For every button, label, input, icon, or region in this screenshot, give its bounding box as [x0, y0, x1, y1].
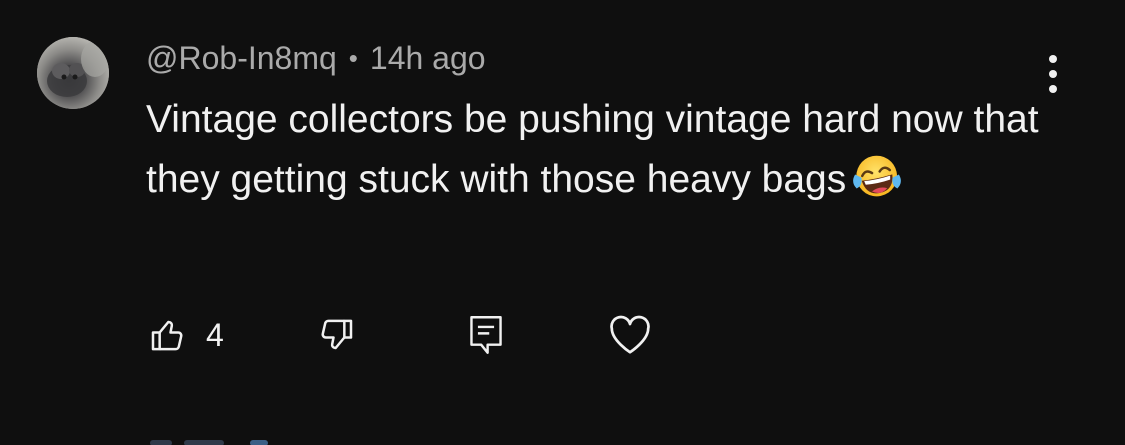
thumbs-down-icon [321, 319, 353, 350]
next-comment-peek [150, 436, 280, 445]
peek-fragment [150, 440, 172, 445]
heart-icon [610, 315, 650, 354]
comment-timestamp[interactable]: 14h ago [370, 40, 486, 77]
avatar[interactable] [37, 37, 109, 109]
author-name[interactable]: @Rob-In8mq [146, 40, 337, 77]
dislike-button[interactable] [316, 313, 356, 357]
like-count: 4 [206, 316, 224, 353]
meta-separator: • [348, 42, 358, 73]
thumbs-up-icon [151, 320, 183, 351]
like-button[interactable]: 4 [148, 313, 224, 357]
more-vertical-icon-dot [1049, 70, 1057, 78]
comment-header: @Rob-In8mq • 14h ago [146, 38, 486, 78]
face-with-tears-of-joy-icon [853, 155, 902, 197]
avatar-image [37, 37, 109, 109]
reply-comment-icon [470, 316, 502, 354]
heart-button[interactable] [608, 313, 652, 357]
more-vertical-icon-dot [1049, 85, 1057, 93]
comment-body: Vintage collectors be pushing vintage ha… [146, 90, 1046, 210]
reply-button[interactable] [468, 313, 504, 357]
peek-fragment [250, 440, 268, 445]
peek-fragment [184, 440, 224, 445]
comment-text: Vintage collectors be pushing vintage ha… [146, 98, 1039, 201]
more-vertical-icon [1049, 55, 1057, 63]
comment-item: @Rob-In8mq • 14h ago Vintage collectors … [0, 0, 1125, 445]
